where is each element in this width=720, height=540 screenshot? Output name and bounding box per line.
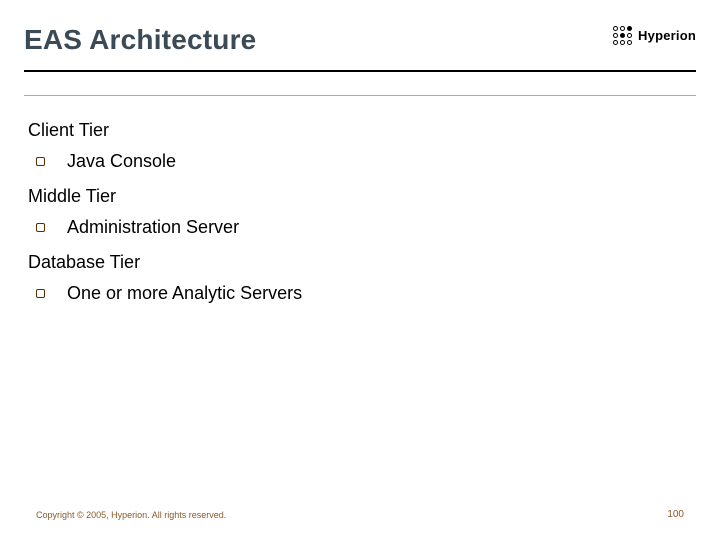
divider-thin	[24, 95, 696, 96]
bullet-text: Administration Server	[67, 217, 239, 238]
bullet-icon	[36, 289, 45, 298]
section-label: Middle Tier	[28, 186, 692, 207]
slide: EAS Architecture Hyperion Client Tier Ja…	[0, 0, 720, 540]
slide-title: EAS Architecture	[24, 24, 256, 56]
header: EAS Architecture Hyperion	[24, 24, 696, 56]
brand-name: Hyperion	[638, 28, 696, 43]
bullet-text: One or more Analytic Servers	[67, 283, 302, 304]
copyright-text: Copyright © 2005, Hyperion. All rights r…	[36, 510, 226, 520]
section-label: Database Tier	[28, 252, 692, 273]
brand-logo: Hyperion	[613, 26, 696, 45]
footer: Copyright © 2005, Hyperion. All rights r…	[36, 509, 684, 520]
bullet-icon	[36, 223, 45, 232]
divider-thick	[24, 70, 696, 72]
content: Client Tier Java Console Middle Tier Adm…	[28, 110, 692, 318]
list-item: Administration Server	[36, 217, 692, 238]
brand-logo-icon	[613, 26, 632, 45]
list-item: Java Console	[36, 151, 692, 172]
page-number: 100	[667, 509, 684, 520]
list-item: One or more Analytic Servers	[36, 283, 692, 304]
section-label: Client Tier	[28, 120, 692, 141]
bullet-icon	[36, 157, 45, 166]
bullet-text: Java Console	[67, 151, 176, 172]
